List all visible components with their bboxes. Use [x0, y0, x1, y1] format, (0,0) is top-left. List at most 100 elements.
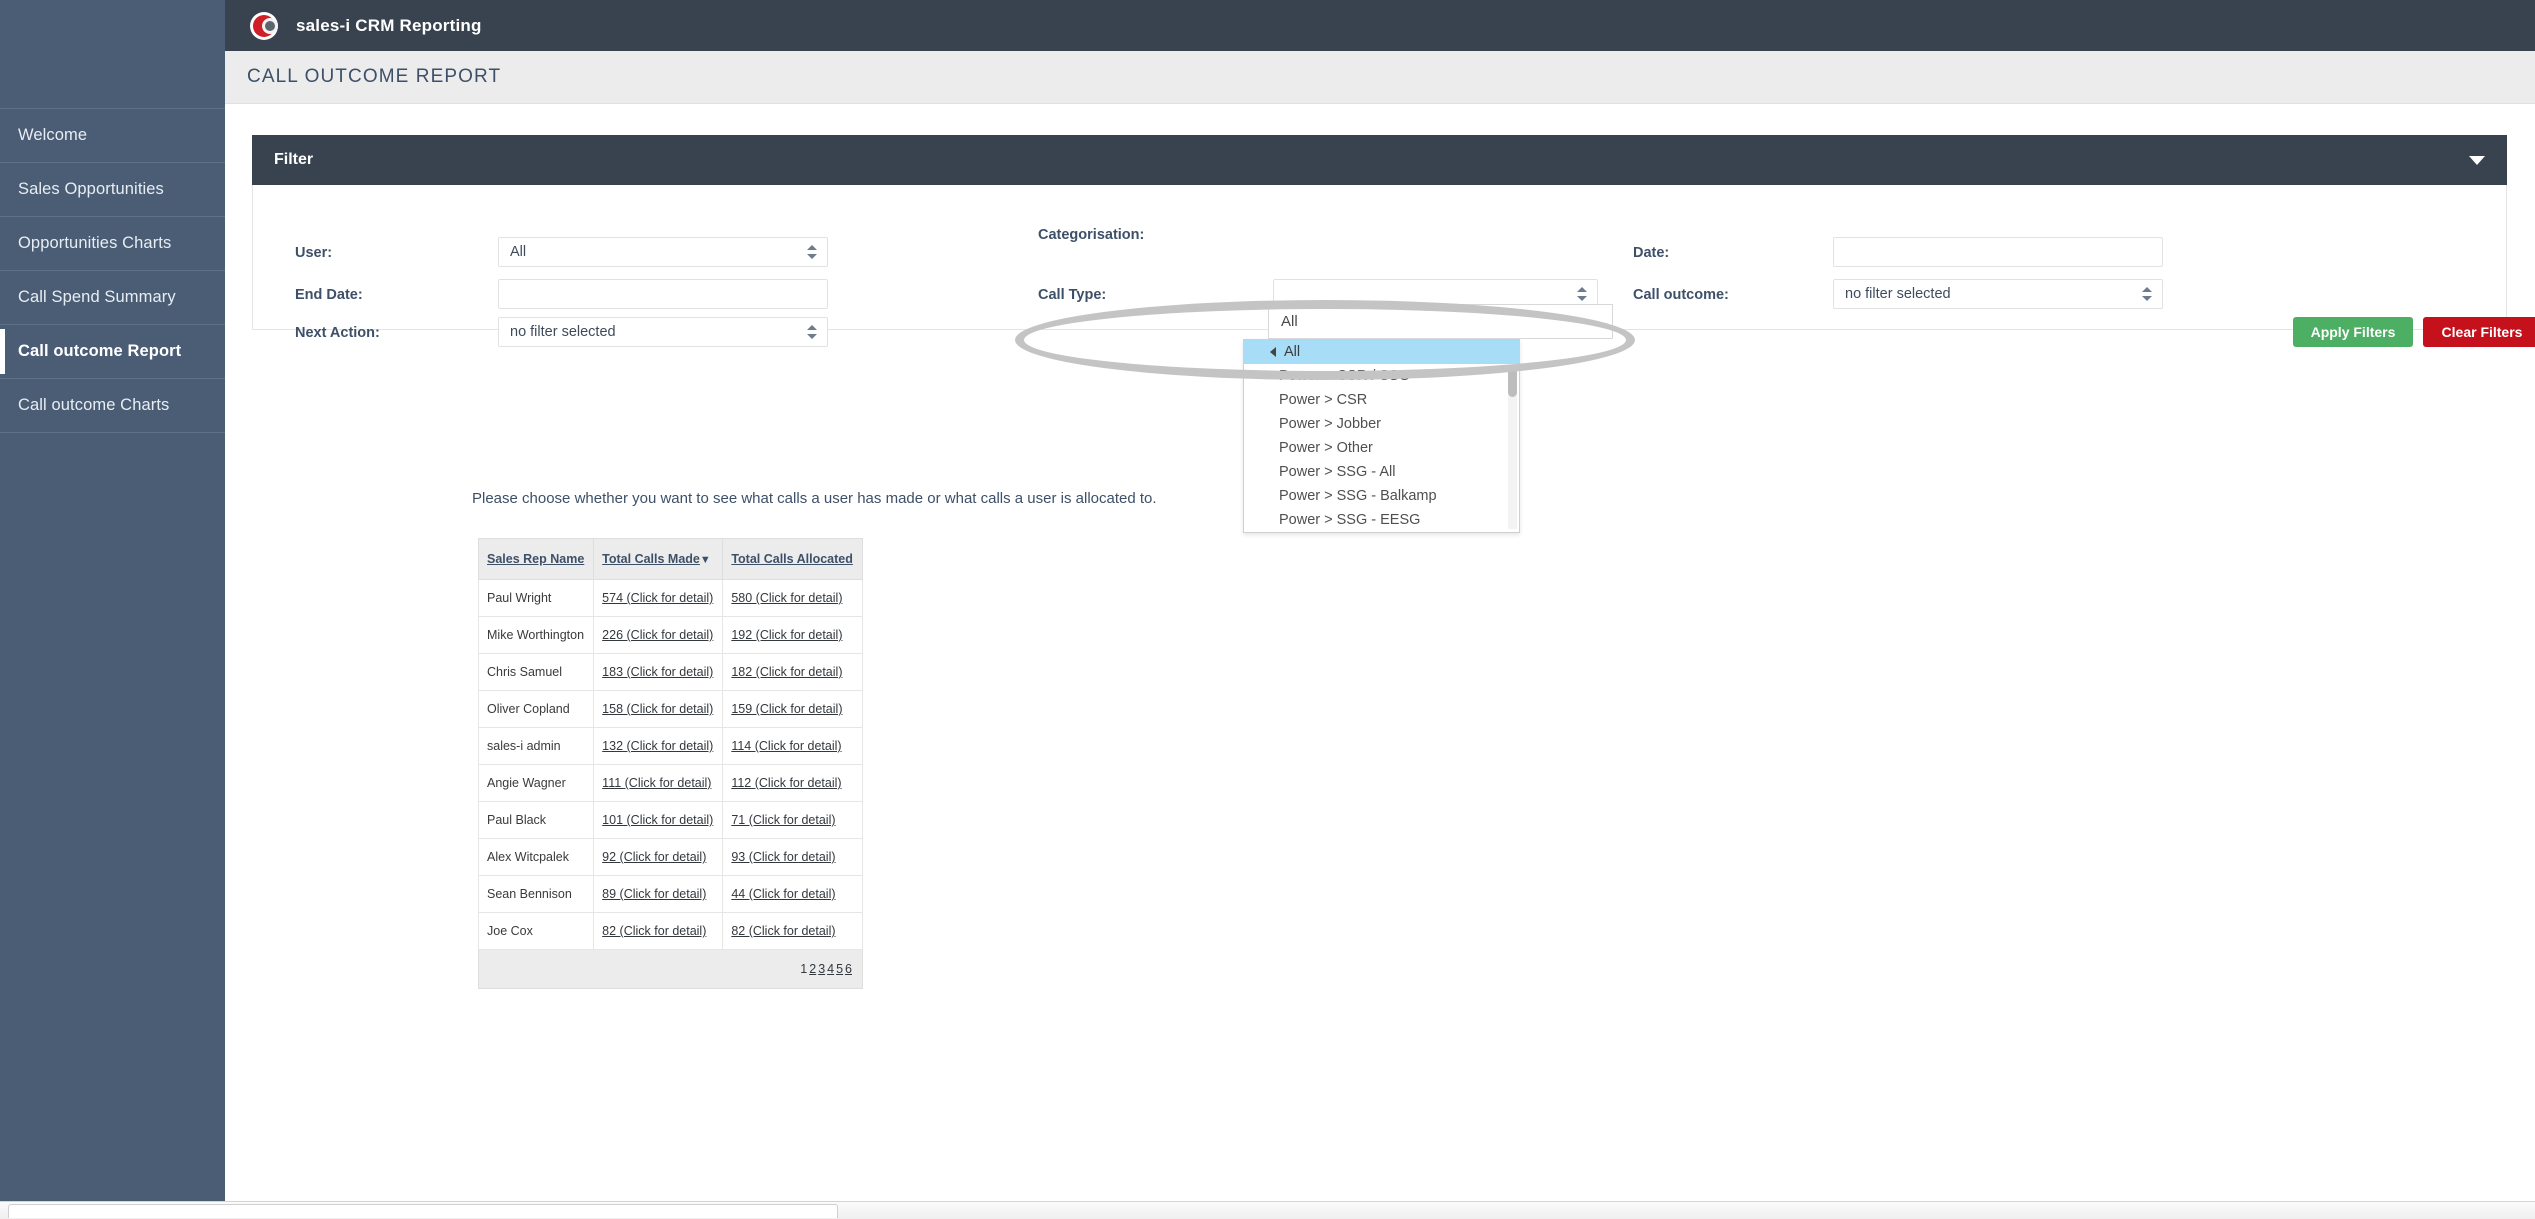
- sidebar-item-call-outcome-charts[interactable]: Call outcome Charts: [0, 378, 225, 433]
- table-row: Paul Wright 574 (Click for detail) 580 (Cl…: [477, 579, 863, 617]
- apply-filters-button[interactable]: Apply Filters: [2293, 317, 2413, 347]
- cell-sales-rep-name: Alex Witcpalek: [477, 838, 595, 876]
- categorisation-option[interactable]: Power > SSG - Balkamp: [1244, 484, 1519, 508]
- clear-filters-button[interactable]: Clear Filters: [2423, 317, 2535, 347]
- calls-made-detail-link[interactable]: 574 (Click for detail): [602, 591, 713, 605]
- cell-total-calls-made: 226 (Click for detail): [593, 616, 724, 654]
- column-header-label: Sales Rep Name: [487, 552, 585, 566]
- sidebar-item-label: Call Spend Summary: [18, 288, 176, 306]
- end-date-label: End Date:: [295, 287, 363, 303]
- filter-panel: Filter User: End Date: Next Action: All …: [252, 135, 2535, 347]
- sidebar-item-call-outcome-report[interactable]: Call outcome Report: [0, 324, 225, 378]
- pagination-page-1: 1: [800, 962, 808, 976]
- calls-allocated-detail-link[interactable]: 580 (Click for detail): [731, 591, 842, 605]
- sidebar-item-label: Call outcome Charts: [18, 396, 170, 414]
- table-footer-row: 123456: [478, 949, 863, 989]
- dropdown-scrollbar[interactable]: [1508, 365, 1517, 529]
- cell-sales-rep-name: Paul Black: [477, 801, 595, 839]
- calls-allocated-detail-link[interactable]: 71 (Click for detail): [731, 813, 835, 827]
- calls-made-detail-link[interactable]: 89 (Click for detail): [602, 887, 706, 901]
- sidebar-item-label: Call outcome Report: [18, 342, 182, 360]
- scrollbar-thumb[interactable]: [1508, 367, 1517, 397]
- sidebar-item-call-spend-summary[interactable]: Call Spend Summary: [0, 270, 225, 324]
- calls-made-detail-link[interactable]: 101 (Click for detail): [602, 813, 713, 827]
- chevron-updown-icon: [807, 324, 818, 340]
- table-row: Chris Samuel 183 (Click for detail) 182 (C…: [477, 653, 863, 691]
- user-label: User:: [295, 245, 333, 261]
- categorisation-option[interactable]: Power > CSR / SSG: [1244, 364, 1519, 388]
- calls-allocated-detail-link[interactable]: 93 (Click for detail): [731, 850, 835, 864]
- cell-sales-rep-name: Mike Worthington: [477, 616, 595, 654]
- next-action-label: Next Action:: [295, 325, 380, 341]
- table-row: Alex Witcpalek 92 (Click for detail) 93 (C…: [477, 838, 863, 876]
- end-date-input[interactable]: [498, 279, 828, 309]
- calls-made-detail-link[interactable]: 132 (Click for detail): [602, 739, 713, 753]
- calls-allocated-detail-link[interactable]: 192 (Click for detail): [731, 628, 842, 642]
- calls-allocated-detail-link[interactable]: 112 (Click for detail): [731, 776, 841, 790]
- calls-allocated-detail-link[interactable]: 182 (Click for detail): [731, 665, 842, 679]
- cell-total-calls-made: 158 (Click for detail): [593, 690, 724, 728]
- categorisation-option-all[interactable]: All: [1244, 340, 1519, 364]
- pagination-page-3[interactable]: 3: [818, 962, 825, 976]
- sidebar: Welcome Sales Opportunities Opportunitie…: [0, 0, 225, 1201]
- table-body: Paul Wright 574 (Click for detail) 580 (Cl…: [477, 579, 863, 950]
- categorisation-option-label: Power > SSG - EESG: [1279, 512, 1421, 528]
- page-title-bar: CALL OUTCOME REPORT: [225, 51, 2535, 104]
- categorisation-option[interactable]: Power > SSG - All: [1244, 460, 1519, 484]
- calls-made-detail-link[interactable]: 82 (Click for detail): [602, 924, 706, 938]
- cell-total-calls-allocated: 182 (Click for detail): [722, 653, 863, 691]
- content-area: Filter User: End Date: Next Action: All …: [225, 104, 2535, 1201]
- calls-allocated-detail-link[interactable]: 44 (Click for detail): [731, 887, 835, 901]
- cell-total-calls-made: 101 (Click for detail): [593, 801, 724, 839]
- calls-allocated-detail-link[interactable]: 159 (Click for detail): [731, 702, 842, 716]
- top-bar: sales-i CRM Reporting: [225, 0, 2535, 51]
- next-action-select[interactable]: no filter selected: [498, 317, 828, 347]
- categorisation-option[interactable]: Power > Jobber: [1244, 412, 1519, 436]
- cell-sales-rep-name: Chris Samuel: [477, 653, 595, 691]
- browser-status-strip: [0, 1201, 2535, 1219]
- calls-allocated-detail-link[interactable]: 114 (Click for detail): [731, 739, 841, 753]
- sidebar-item-welcome[interactable]: Welcome: [0, 108, 225, 162]
- calls-allocated-detail-link[interactable]: 82 (Click for detail): [731, 924, 835, 938]
- table-row: Joe Cox 82 (Click for detail) 82 (Click fo…: [477, 912, 863, 950]
- user-value: All: [510, 244, 527, 260]
- triangle-left-icon: [1270, 347, 1276, 357]
- categorisation-option[interactable]: Power > CSR: [1244, 388, 1519, 412]
- call-outcome-table: Sales Rep Name Total Calls Made▼ Total C…: [477, 538, 863, 989]
- chevron-down-icon[interactable]: [2469, 155, 2485, 165]
- filter-panel-title: Filter: [274, 151, 314, 168]
- sidebar-item-opportunities-charts[interactable]: Opportunities Charts: [0, 216, 225, 270]
- calls-made-detail-link[interactable]: 111 (Click for detail): [602, 776, 711, 790]
- categorisation-input[interactable]: All: [1268, 304, 1613, 339]
- calls-made-detail-link[interactable]: 92 (Click for detail): [602, 850, 706, 864]
- cell-total-calls-allocated: 159 (Click for detail): [722, 690, 863, 728]
- cell-sales-rep-name: Joe Cox: [477, 912, 595, 950]
- categorisation-option-label: Power > Other: [1279, 440, 1373, 456]
- pagination-page-2[interactable]: 2: [809, 962, 816, 976]
- call-outcome-select[interactable]: no filter selected: [1833, 279, 2163, 309]
- column-header-total-calls-made[interactable]: Total Calls Made▼: [593, 538, 724, 580]
- user-select[interactable]: All: [498, 237, 828, 267]
- sidebar-item-sales-opportunities[interactable]: Sales Opportunities: [0, 162, 225, 216]
- sidebar-item-label: Opportunities Charts: [18, 234, 172, 252]
- start-date-input[interactable]: [1833, 237, 2163, 267]
- column-header-sales-rep-name[interactable]: Sales Rep Name: [477, 538, 595, 580]
- pagination-page-4[interactable]: 4: [827, 962, 834, 976]
- calls-made-detail-link[interactable]: 226 (Click for detail): [602, 628, 713, 642]
- filter-panel-header[interactable]: Filter: [252, 135, 2507, 185]
- categorisation-dropdown-menu[interactable]: All Power > CSR / SSG Power > CSR Power …: [1243, 339, 1520, 533]
- pagination-page-6[interactable]: 6: [845, 962, 852, 976]
- cell-total-calls-made: 132 (Click for detail): [593, 727, 724, 765]
- categorisation-option-label: Power > SSG - All: [1279, 464, 1396, 480]
- column-header-total-calls-allocated[interactable]: Total Calls Allocated: [722, 538, 863, 580]
- categorisation-option[interactable]: Power > SSG - EESG: [1244, 508, 1519, 532]
- cell-total-calls-made: 111 (Click for detail): [593, 764, 724, 802]
- calls-made-detail-link[interactable]: 183 (Click for detail): [602, 665, 713, 679]
- pagination-page-5[interactable]: 5: [836, 962, 843, 976]
- call-type-label: Call Type:: [1038, 287, 1107, 303]
- cell-total-calls-allocated: 93 (Click for detail): [722, 838, 863, 876]
- sort-descending-icon: ▼: [699, 554, 711, 566]
- categorisation-option[interactable]: Power > Other: [1244, 436, 1519, 460]
- calls-made-detail-link[interactable]: 158 (Click for detail): [602, 702, 713, 716]
- cell-total-calls-made: 89 (Click for detail): [593, 875, 724, 913]
